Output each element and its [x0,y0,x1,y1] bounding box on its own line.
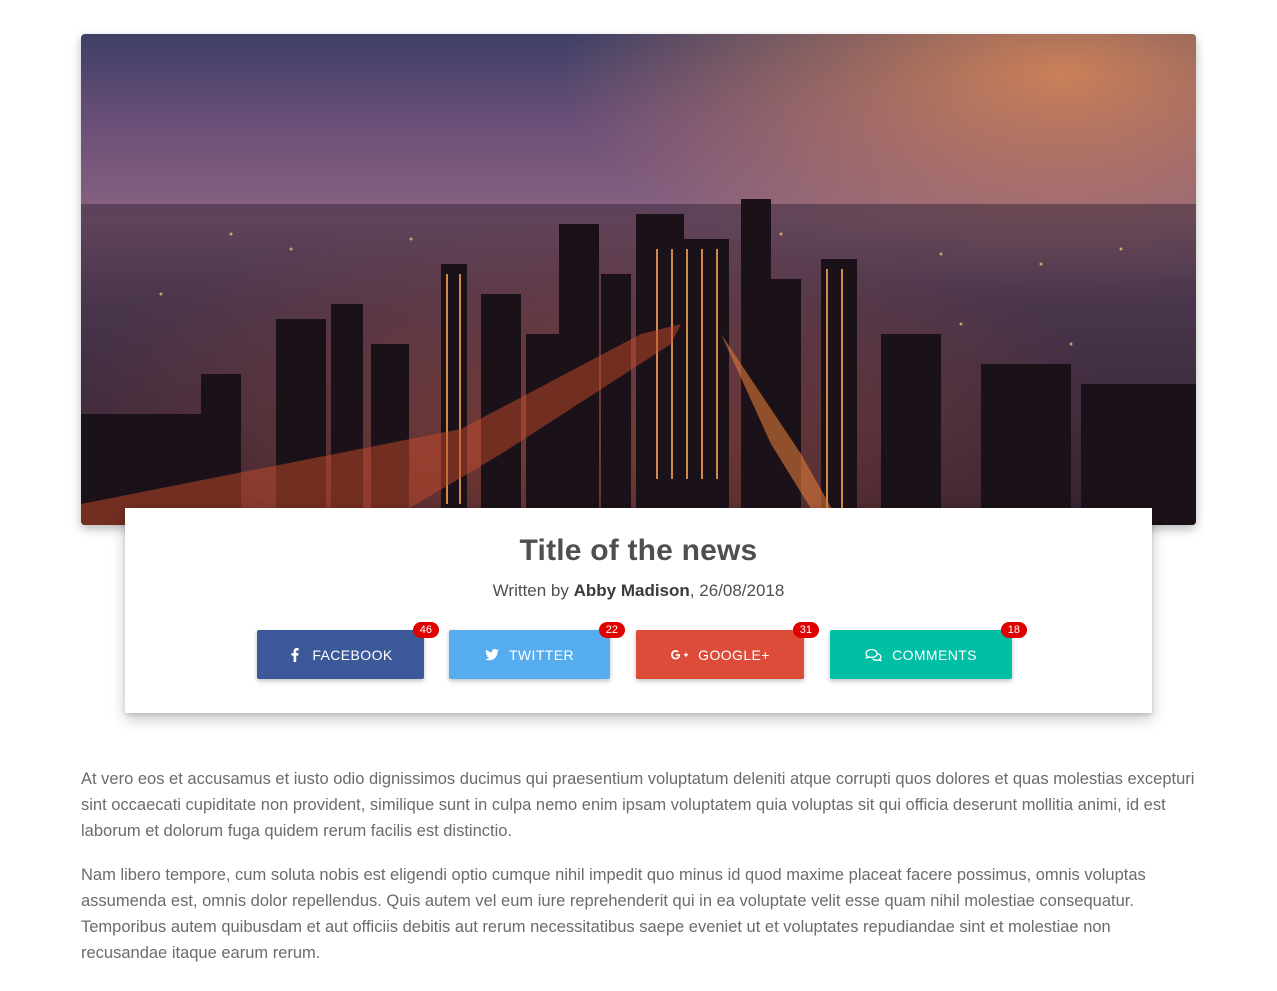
city-skyline-image [81,34,1196,525]
google-plus-share-button[interactable]: GOOGLE+ 31 [636,622,819,679]
google-plus-count-badge: 31 [792,622,819,638]
byline: Written by Abby Madison, 26/08/2018 [125,581,1152,601]
google-plus-icon [671,649,689,659]
facebook-share-button[interactable]: FACEBOOK 46 [257,622,439,679]
facebook-label: FACEBOOK [312,646,393,663]
article-title: Title of the news [519,534,758,567]
byline-separator: , [689,581,700,600]
paragraph-1: At vero eos et accusamus et iusto odio d… [81,770,1195,840]
google-plus-label: GOOGLE+ [698,646,770,663]
facebook-icon [291,647,300,662]
byline-prefix: Written by [492,581,574,600]
article-body: At vero eos et accusamus et iusto odio d… [81,766,1196,984]
comments-count-badge: 18 [1000,622,1027,638]
author-name[interactable]: Abby Madison [574,581,690,600]
paragraph-2: Nam libero tempore, cum soluta nobis est… [81,866,1146,962]
publish-date: 26/08/2018 [699,581,785,600]
hero-image [81,34,1196,525]
twitter-label: TWITTER [508,646,574,663]
comments-button[interactable]: COMMENTS 18 [830,622,1027,679]
twitter-count-badge: 22 [598,622,625,638]
twitter-share-button[interactable]: TWITTER 22 [449,622,625,679]
article-header-card: Title of the news Written by Abby Madiso… [125,508,1152,713]
comments-label: COMMENTS [892,646,977,663]
facebook-count-badge: 46 [412,622,439,638]
twitter-icon [484,648,499,660]
comments-icon [865,648,883,661]
